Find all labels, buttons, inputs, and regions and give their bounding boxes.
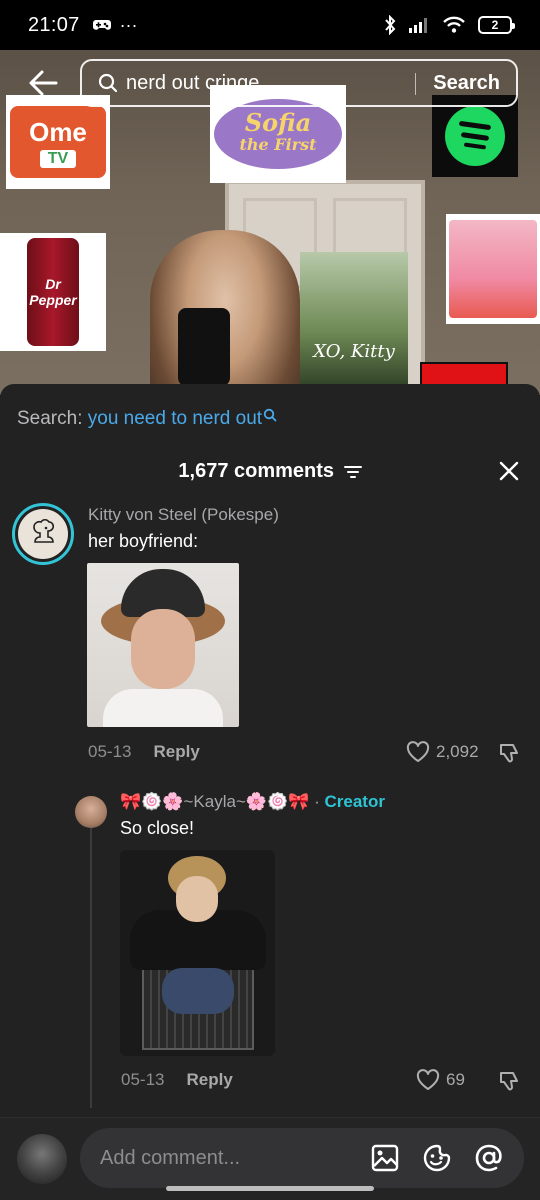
dislike-icon[interactable] [498, 741, 522, 765]
comment-meta: 05-13 Reply [88, 742, 200, 762]
comment-reply-button[interactable]: Reply [153, 742, 199, 761]
comment-image[interactable] [87, 563, 239, 727]
comment-text: her boyfriend: [88, 531, 199, 551]
comments-sheet: Search: you need to nerd out 1,677 comme… [0, 384, 540, 1200]
comment-like-button[interactable]: 2,092 [406, 741, 479, 763]
wifi-icon [443, 16, 465, 33]
search-bar[interactable]: nerd out cringe Search [80, 59, 518, 107]
close-icon[interactable] [498, 460, 520, 482]
reply-separator: · [309, 792, 325, 811]
moomin-avatar-icon [33, 518, 55, 543]
buldak-noodle-sticker [446, 214, 540, 324]
back-arrow-icon[interactable] [26, 66, 60, 100]
home-indicator [166, 1186, 374, 1191]
search-suggestion-prefix: Search: [17, 408, 83, 429]
status-more: ··· [119, 14, 138, 35]
status-bar: 21:07 ··· 2 [0, 0, 540, 50]
reply-username[interactable]: 🎀🍥🌸~Kayla~🌸🍥🎀 [120, 792, 309, 811]
search-small-icon [263, 408, 277, 422]
creator-badge: Creator [324, 792, 385, 811]
reply-username-row[interactable]: 🎀🍥🌸~Kayla~🌸🍥🎀 · Creator [120, 792, 385, 812]
heart-icon [406, 741, 430, 762]
comment-like-count: 2,092 [436, 742, 479, 761]
heart-icon [416, 1069, 440, 1090]
search-suggestion-term[interactable]: you need to nerd out [88, 408, 262, 429]
battery-indicator: 2 [478, 16, 515, 34]
reply-date: 05-13 [121, 1070, 165, 1089]
reply-thread-line [90, 818, 92, 1108]
search-query[interactable]: nerd out cringe [126, 72, 259, 95]
dislike-icon[interactable] [498, 1069, 522, 1093]
sort-filter-icon[interactable] [343, 465, 362, 479]
reply-avatar[interactable] [75, 796, 107, 828]
reply-like-count: 69 [446, 1070, 465, 1089]
game-controller-icon [92, 20, 111, 30]
phone-in-hand [178, 308, 230, 386]
my-avatar[interactable] [17, 1134, 67, 1184]
comments-header: 1,677 comments [0, 460, 540, 490]
bluetooth-icon [385, 15, 396, 35]
status-time: 21:07 [28, 13, 80, 36]
search-suggestion[interactable]: Search: you need to nerd out [17, 408, 277, 430]
mention-icon[interactable] [474, 1143, 504, 1173]
reply-reply-button[interactable]: Reply [186, 1070, 232, 1089]
comments-count: 1,677 comments [178, 460, 335, 482]
reply-image[interactable] [120, 850, 275, 1056]
reply-meta: 05-13 Reply [121, 1070, 233, 1090]
comment-date: 05-13 [88, 742, 132, 761]
reply-text: So close! [120, 818, 195, 838]
comment-username[interactable]: Kitty von Steel (Pokespe) [88, 505, 279, 525]
signal-icon [409, 18, 427, 33]
search-button[interactable]: Search [433, 72, 500, 95]
top-navigation: nerd out cringe Search [0, 50, 540, 116]
commenter-avatar[interactable] [12, 503, 74, 565]
add-comment-input[interactable]: Add comment... [80, 1128, 524, 1188]
dr-pepper-sticker: Dr Pepper [0, 233, 106, 351]
search-icon [98, 73, 118, 93]
search-divider [415, 73, 416, 95]
image-icon[interactable] [370, 1143, 400, 1173]
reply-like-button[interactable]: 69 [416, 1069, 465, 1091]
emoji-sticker-icon[interactable] [422, 1143, 452, 1173]
xo-kitty-sticker: XO, Kitty [300, 252, 408, 384]
add-comment-placeholder: Add comment... [100, 1146, 241, 1169]
